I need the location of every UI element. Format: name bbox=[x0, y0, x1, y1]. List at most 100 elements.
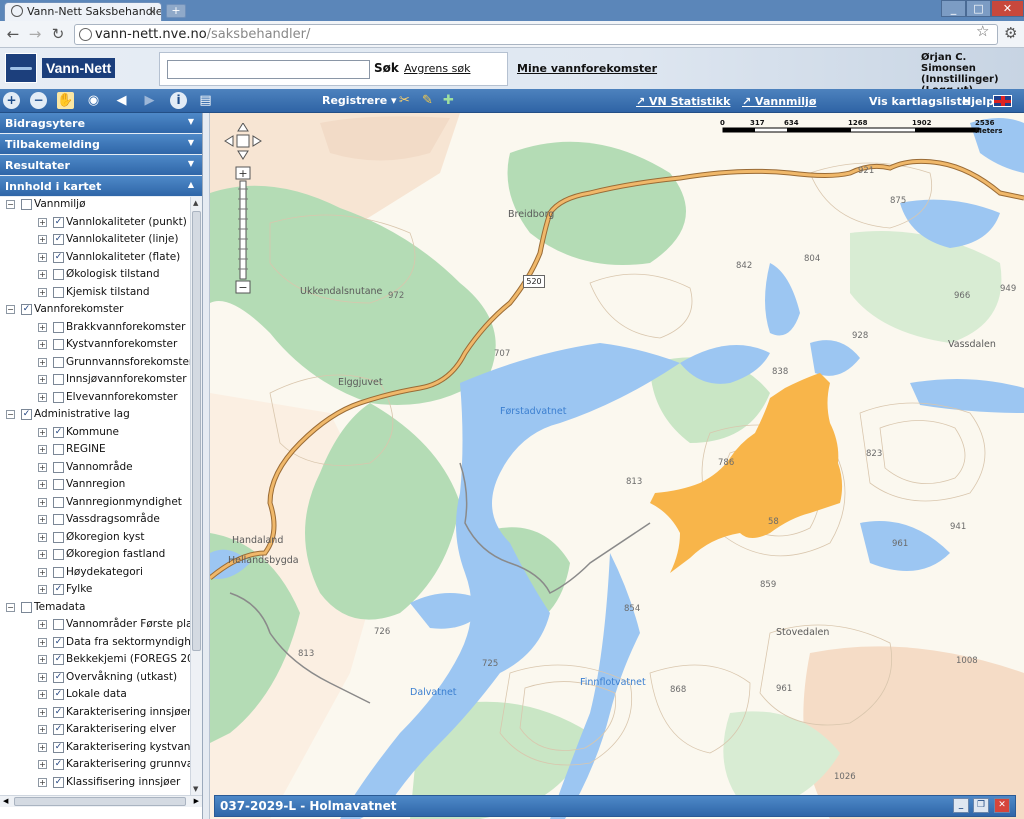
layer-checkbox[interactable] bbox=[53, 496, 64, 508]
zoom-out-icon[interactable]: − bbox=[30, 92, 47, 109]
sidebar-splitter[interactable] bbox=[203, 113, 210, 819]
layer-row[interactable]: + ✓ Lokale data bbox=[0, 687, 190, 705]
back-arrow-icon[interactable]: ← bbox=[4, 25, 22, 43]
info-icon[interactable]: i bbox=[170, 92, 187, 109]
layer-row[interactable]: + ✓Karakterisering grunnvann bbox=[0, 757, 190, 775]
layer-row[interactable]: + Vannområde bbox=[0, 460, 190, 478]
wrench-icon[interactable]: ⚙ bbox=[1004, 24, 1017, 42]
collapse-icon[interactable]: − bbox=[6, 410, 15, 419]
layer-row[interactable]: + Økoregion kyst bbox=[0, 530, 190, 548]
window-maximize-button[interactable]: □ bbox=[966, 0, 991, 17]
map-view[interactable]: 0 317 634 1268 1902 2536 Meters + − 520 … bbox=[210, 113, 1024, 819]
vn-statistikk-link[interactable]: ↗ VN Statistikk bbox=[636, 95, 730, 108]
expand-icon[interactable]: + bbox=[38, 515, 47, 524]
expand-icon[interactable]: + bbox=[38, 235, 47, 244]
panel-bidragsytere[interactable]: Bidragsytere ▼ bbox=[0, 113, 202, 134]
panel-innhold-i-kartet[interactable]: Innhold i kartet ▲ bbox=[0, 176, 202, 197]
expand-icon[interactable]: + bbox=[38, 567, 47, 577]
layer-checkbox[interactable] bbox=[53, 514, 64, 525]
layer-checkbox[interactable] bbox=[53, 549, 64, 560]
expand-icon[interactable]: + bbox=[38, 322, 47, 332]
expand-icon[interactable]: + bbox=[38, 497, 47, 507]
layer-row[interactable]: + ✓ Karakterisering elver bbox=[0, 722, 190, 740]
expand-icon[interactable]: + bbox=[38, 375, 47, 384]
collapse-icon[interactable]: − bbox=[6, 602, 15, 612]
expand-icon[interactable]: + bbox=[38, 532, 47, 542]
reload-icon[interactable]: ↻ bbox=[49, 25, 67, 43]
layer-group-row[interactable]: − ✓ Vannforekomster bbox=[0, 302, 190, 320]
settings-link[interactable]: (Innstillinger) bbox=[921, 74, 1024, 85]
expand-icon[interactable]: + bbox=[38, 480, 47, 489]
restore-button[interactable]: ❐ bbox=[973, 798, 989, 813]
layer-row[interactable]: + ✓ Klassifisering innsjøer bbox=[0, 775, 190, 793]
expand-icon[interactable]: + bbox=[38, 742, 47, 752]
new-tab-button[interactable]: + bbox=[166, 4, 186, 18]
layer-checkbox[interactable] bbox=[53, 619, 64, 630]
layer-checkbox[interactable]: ✓ bbox=[53, 426, 64, 438]
search-input[interactable] bbox=[167, 60, 370, 79]
layer-checkbox[interactable] bbox=[21, 601, 32, 613]
layer-checkbox[interactable]: ✓ bbox=[53, 776, 64, 788]
layer-checkbox[interactable]: ✓ bbox=[53, 234, 64, 245]
layer-group-row[interactable]: − ✓ Administrative lag bbox=[0, 407, 190, 425]
minimize-button[interactable]: _ bbox=[953, 798, 969, 813]
layer-checkbox[interactable]: ✓ bbox=[53, 706, 64, 718]
layer-row[interactable]: + ✓ Vannlokaliteter (flate) bbox=[0, 250, 190, 268]
print-map-icon[interactable]: ▤ bbox=[197, 92, 214, 109]
layer-checkbox[interactable]: ✓ bbox=[53, 251, 64, 263]
layer-row[interactable]: + Kjemisk tilstand bbox=[0, 285, 190, 303]
browser-tab[interactable]: Vann-Nett Saksbehandler × bbox=[4, 2, 162, 21]
my-waterbodies-link[interactable]: Mine vannforekomster bbox=[517, 62, 657, 75]
feature-info-bar[interactable]: 037-2029-L - Holmavatnet _ ❐ ✕ bbox=[214, 795, 1016, 817]
expand-icon[interactable]: + bbox=[38, 777, 47, 787]
layer-checkbox[interactable]: ✓ bbox=[53, 689, 64, 700]
panel-resultater[interactable]: Resultater ▼ bbox=[0, 155, 202, 176]
tab-close-icon[interactable]: × bbox=[148, 5, 157, 18]
layer-checkbox[interactable] bbox=[53, 566, 64, 578]
english-flag-icon[interactable] bbox=[993, 95, 1012, 107]
scroll-up-icon[interactable]: ▲ bbox=[193, 199, 198, 207]
bookmark-star-icon[interactable]: ☆ bbox=[976, 22, 989, 40]
layer-checkbox[interactable] bbox=[53, 321, 64, 333]
expand-icon[interactable]: + bbox=[38, 672, 47, 682]
scrollbar-thumb[interactable] bbox=[192, 211, 201, 651]
layer-checkbox[interactable] bbox=[53, 444, 64, 455]
layer-checkbox[interactable] bbox=[53, 269, 64, 280]
layer-row[interactable]: + Høydekategori bbox=[0, 565, 190, 583]
expand-icon[interactable]: + bbox=[38, 550, 47, 559]
layer-checkbox[interactable]: ✓ bbox=[53, 654, 64, 665]
layer-tree-vertical-scrollbar[interactable]: ▲ ▼ bbox=[190, 197, 202, 795]
panel-tilbakemelding[interactable]: Tilbakemelding ▼ bbox=[0, 134, 202, 155]
layer-group-row[interactable]: − Temadata bbox=[0, 600, 190, 618]
expand-icon[interactable]: + bbox=[38, 585, 47, 594]
layer-checkbox[interactable] bbox=[53, 479, 64, 490]
layer-row[interactable]: + ✓ Fylke bbox=[0, 582, 190, 600]
register-menu[interactable]: Registrere ▾ bbox=[322, 94, 397, 107]
layer-checkbox[interactable] bbox=[53, 531, 64, 543]
layer-row[interactable]: + ✓ Karakterisering innsjøer bbox=[0, 705, 190, 723]
layer-row[interactable]: + Vannregionmyndighet bbox=[0, 495, 190, 513]
layer-group-row[interactable]: − Vannmiljø bbox=[0, 197, 190, 215]
layer-checkbox[interactable]: ✓ bbox=[53, 759, 64, 770]
layer-row[interactable]: + ✓Bekkekjemi (FOREGS 2008 bbox=[0, 652, 190, 670]
expand-icon[interactable]: + bbox=[38, 637, 47, 647]
previous-extent-icon[interactable]: ◀ bbox=[113, 92, 130, 109]
expand-icon[interactable]: + bbox=[38, 217, 47, 227]
layer-row[interactable]: + ✓ Overvåkning (utkast) bbox=[0, 670, 190, 688]
layer-checkbox[interactable] bbox=[21, 199, 32, 210]
expand-icon[interactable]: + bbox=[38, 392, 47, 402]
register-icon[interactable] bbox=[304, 92, 318, 109]
layer-row[interactable]: + Økoregion fastland bbox=[0, 547, 190, 565]
layer-row[interactable]: + Kystvannforekomster bbox=[0, 337, 190, 355]
collapse-icon[interactable]: − bbox=[6, 305, 15, 314]
expand-icon[interactable]: + bbox=[38, 655, 47, 664]
expand-icon[interactable]: + bbox=[38, 707, 47, 717]
refine-search-link[interactable]: Avgrens søk bbox=[404, 62, 470, 75]
expand-icon[interactable]: + bbox=[38, 725, 47, 734]
layer-row[interactable]: + REGINE bbox=[0, 442, 190, 460]
layer-checkbox[interactable]: ✓ bbox=[53, 584, 64, 595]
layer-checkbox[interactable] bbox=[53, 391, 64, 403]
layer-row[interactable]: + Vannområder Første planfa bbox=[0, 617, 190, 635]
pan-hand-icon[interactable]: ✋ bbox=[57, 92, 74, 109]
next-extent-icon[interactable]: ▶ bbox=[141, 92, 158, 109]
